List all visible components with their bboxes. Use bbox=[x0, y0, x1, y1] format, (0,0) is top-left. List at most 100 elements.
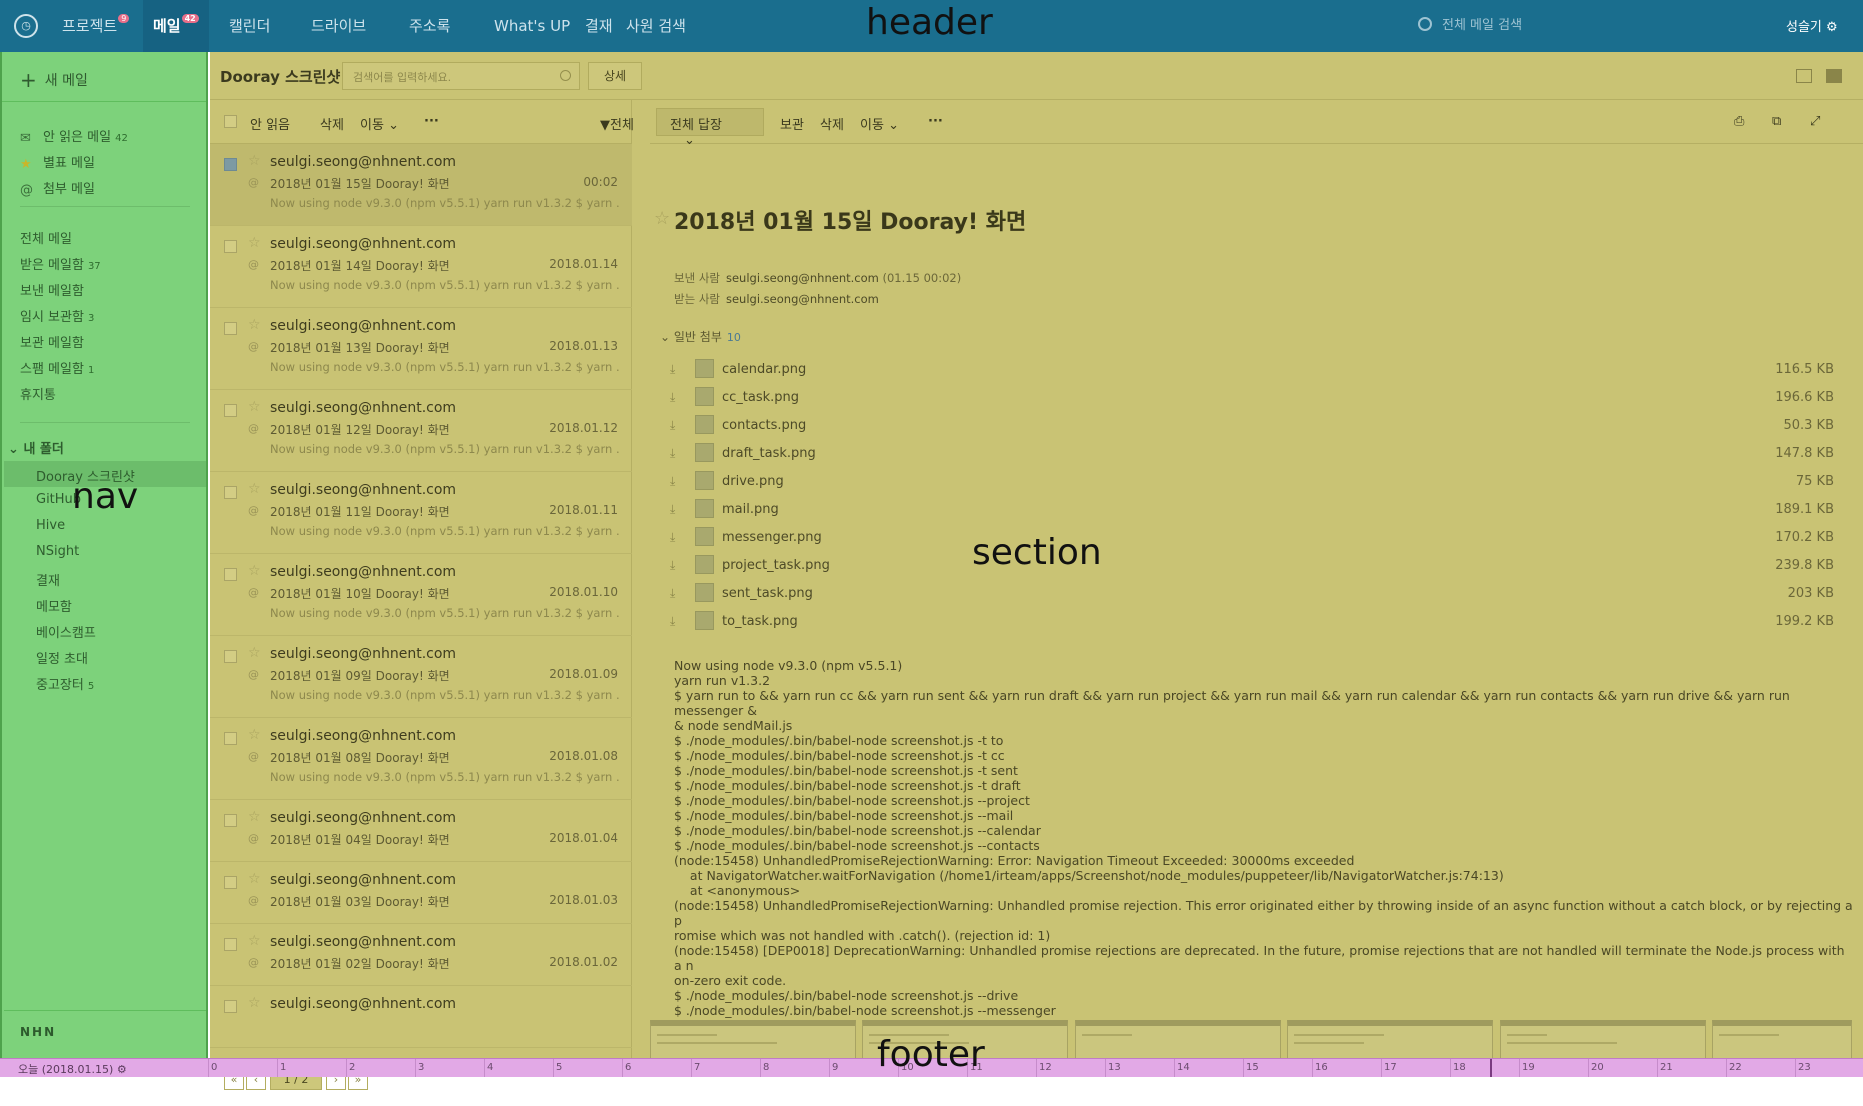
star-icon[interactable]: ☆ bbox=[248, 235, 261, 251]
open-new-window-icon[interactable]: ⧉ bbox=[1772, 114, 1781, 129]
thumbnail[interactable] bbox=[650, 1020, 856, 1058]
row-checkbox[interactable] bbox=[224, 1000, 237, 1013]
nav-box-3[interactable]: 임시 보관함 3 bbox=[20, 306, 94, 325]
attachment-item[interactable]: ⤓ to_task.png 199.2 KB bbox=[650, 611, 1840, 638]
nav-folder-5[interactable]: 메모함 bbox=[36, 596, 72, 615]
gear-icon[interactable]: ⚙ bbox=[1826, 20, 1838, 35]
mail-row[interactable]: ☆ seulgi.seong@nhnent.com bbox=[210, 986, 632, 1048]
timeline-hour[interactable]: 16 bbox=[1312, 1059, 1328, 1077]
clock-home-icon[interactable]: ◷ bbox=[14, 14, 38, 38]
detail-search-button[interactable]: 상세 bbox=[588, 62, 642, 90]
nav-folder-6[interactable]: 베이스캠프 bbox=[36, 622, 96, 641]
tab-3[interactable]: 드라이브 bbox=[301, 0, 376, 52]
tab-7[interactable]: 사원 검색 bbox=[616, 0, 696, 52]
timeline-hour[interactable]: 5 bbox=[553, 1059, 562, 1077]
nav-folder-2[interactable]: Hive bbox=[36, 518, 65, 533]
chevron-down-icon[interactable]: ⌄ bbox=[684, 133, 695, 148]
mark-unread-button[interactable]: 안 읽음 bbox=[250, 114, 290, 133]
filter-button[interactable]: ▼전체 bbox=[600, 114, 634, 133]
timeline-hour[interactable]: 4 bbox=[484, 1059, 493, 1077]
star-icon[interactable]: ☆ bbox=[248, 809, 261, 825]
nav-folder-7[interactable]: 일정 초대 bbox=[36, 648, 88, 667]
mail-row[interactable]: ☆ seulgi.seong@nhnent.com @2018년 01월 14일 D… bbox=[210, 226, 632, 308]
timeline-hour[interactable]: 6 bbox=[622, 1059, 631, 1077]
star-icon[interactable]: ☆ bbox=[248, 727, 261, 743]
mail-row[interactable]: ☆ seulgi.seong@nhnent.com @2018년 01월 12일 D… bbox=[210, 390, 632, 472]
download-icon[interactable]: ⤓ bbox=[670, 614, 675, 629]
archive-button[interactable]: 보관 bbox=[780, 114, 804, 133]
tab-2[interactable]: 캘린더 bbox=[219, 0, 280, 52]
star-icon[interactable]: ☆ bbox=[248, 933, 261, 949]
nav-box-4[interactable]: 보관 메일함 bbox=[20, 332, 84, 351]
user-menu[interactable]: 성슬기 ⚙ bbox=[1786, 16, 1838, 35]
attachment-item[interactable]: ⤓ drive.png 75 KB bbox=[650, 471, 1840, 498]
select-all-checkbox[interactable] bbox=[224, 115, 237, 128]
nav-box-2[interactable]: 보낸 메일함 bbox=[20, 280, 84, 299]
my-folder-toggle[interactable]: ⌄ 내 폴더 bbox=[8, 438, 64, 457]
timeline-hour[interactable]: 3 bbox=[415, 1059, 424, 1077]
timeline-hour[interactable]: 7 bbox=[691, 1059, 700, 1077]
attachment-item[interactable]: ⤓ cc_task.png 196.6 KB bbox=[650, 387, 1840, 414]
tab-0[interactable]: 프로젝트 9 bbox=[52, 0, 139, 52]
timeline-hour[interactable]: 15 bbox=[1243, 1059, 1259, 1077]
download-icon[interactable]: ⤓ bbox=[670, 586, 675, 601]
row-checkbox[interactable] bbox=[224, 568, 237, 581]
row-checkbox[interactable] bbox=[224, 814, 237, 827]
global-mail-search[interactable]: 전체 메일 검색 bbox=[1418, 14, 1758, 38]
timeline-hour[interactable]: 0 bbox=[208, 1059, 217, 1077]
delete-button[interactable]: 삭제 bbox=[820, 114, 844, 133]
more-button[interactable]: ··· bbox=[424, 114, 439, 129]
row-checkbox[interactable] bbox=[224, 486, 237, 499]
attachment-item[interactable]: ⤓ project_task.png 239.8 KB bbox=[650, 555, 1840, 582]
timeline-hour[interactable]: 17 bbox=[1381, 1059, 1397, 1077]
star-icon[interactable]: ☆ bbox=[248, 153, 261, 169]
split-view-icon[interactable] bbox=[1826, 69, 1842, 83]
row-checkbox[interactable] bbox=[224, 404, 237, 417]
timeline-hour[interactable]: 9 bbox=[829, 1059, 838, 1077]
delete-button[interactable]: 삭제 bbox=[320, 114, 344, 133]
mail-row[interactable]: ☆ seulgi.seong@nhnent.com @2018년 01월 03일 D… bbox=[210, 862, 632, 924]
nav-quick-2[interactable]: @ 첨부 메일 bbox=[20, 178, 95, 198]
star-icon[interactable]: ☆ bbox=[248, 481, 261, 497]
star-icon[interactable]: ☆ bbox=[248, 563, 261, 579]
nav-quick-1[interactable]: ★ 별표 메일 bbox=[20, 152, 95, 172]
download-icon[interactable]: ⤓ bbox=[670, 530, 675, 545]
mail-row[interactable]: ☆ seulgi.seong@nhnent.com @2018년 01월 04일 D… bbox=[210, 800, 632, 862]
print-icon[interactable]: ⎙ bbox=[1734, 114, 1744, 129]
nav-box-5[interactable]: 스팸 메일함 1 bbox=[20, 358, 94, 377]
thumbnail[interactable] bbox=[1712, 1020, 1852, 1058]
tab-4[interactable]: 주소록 bbox=[399, 0, 460, 52]
mail-row[interactable]: ☆ seulgi.seong@nhnent.com @2018년 01월 10일 D… bbox=[210, 554, 632, 636]
search-icon[interactable] bbox=[560, 70, 571, 81]
nav-box-6[interactable]: 휴지통 bbox=[20, 384, 56, 403]
nav-box-1[interactable]: 받은 메일함 37 bbox=[20, 254, 101, 273]
row-checkbox[interactable] bbox=[224, 732, 237, 745]
more-button[interactable]: ··· bbox=[928, 114, 943, 129]
star-icon[interactable]: ☆ bbox=[654, 208, 670, 229]
attachment-item[interactable]: ⤓ contacts.png 50.3 KB bbox=[650, 415, 1840, 442]
mail-row[interactable]: ☆ seulgi.seong@nhnent.com @2018년 01월 09일 D… bbox=[210, 636, 632, 718]
timeline-hour[interactable]: 20 bbox=[1588, 1059, 1604, 1077]
from-address[interactable]: seulgi.seong@nhnent.com bbox=[726, 271, 879, 285]
star-icon[interactable]: ☆ bbox=[248, 871, 261, 887]
timeline-hour[interactable]: 14 bbox=[1174, 1059, 1190, 1077]
thumbnail[interactable] bbox=[1287, 1020, 1493, 1058]
timeline-hour[interactable]: 21 bbox=[1657, 1059, 1673, 1077]
download-icon[interactable]: ⤓ bbox=[670, 418, 675, 433]
to-address[interactable]: seulgi.seong@nhnent.com bbox=[726, 292, 879, 306]
thumbnail[interactable] bbox=[1075, 1020, 1281, 1058]
download-icon[interactable]: ⤓ bbox=[670, 362, 675, 377]
nav-quick-0[interactable]: ✉ 안 읽은 메일 42 bbox=[20, 126, 128, 146]
download-icon[interactable]: ⤓ bbox=[670, 446, 675, 461]
row-checkbox[interactable] bbox=[224, 240, 237, 253]
row-checkbox[interactable] bbox=[224, 938, 237, 951]
row-checkbox[interactable] bbox=[224, 650, 237, 663]
star-icon[interactable]: ☆ bbox=[248, 995, 261, 1011]
attachment-item[interactable]: ⤓ sent_task.png 203 KB bbox=[650, 583, 1840, 610]
timeline-hour[interactable]: 1 bbox=[277, 1059, 286, 1077]
mail-row[interactable]: ☆ seulgi.seong@nhnent.com @2018년 01월 08일 D… bbox=[210, 718, 632, 800]
timeline-hour[interactable]: 23 bbox=[1795, 1059, 1811, 1077]
row-checkbox[interactable] bbox=[224, 876, 237, 889]
move-button[interactable]: 이동 ⌄ bbox=[860, 114, 899, 133]
timeline-hour[interactable]: 13 bbox=[1105, 1059, 1121, 1077]
